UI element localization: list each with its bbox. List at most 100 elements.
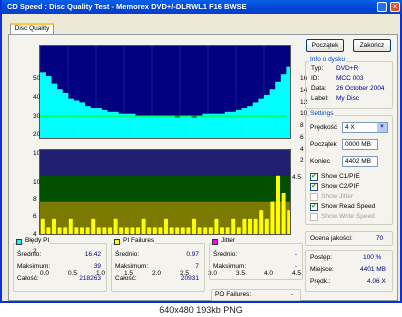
stats-0-value-2: 218263 — [79, 275, 101, 282]
po-failures-value: - — [291, 291, 294, 298]
stats-2-label-1: Maksimum: — [213, 263, 247, 270]
minimize-icon[interactable] — [377, 2, 387, 12]
speed-label: Prędkość — [310, 124, 338, 131]
pi-failure-bar — [180, 227, 185, 234]
quality-label: Ocena jakości: — [310, 235, 353, 242]
pi-failure-bar — [192, 218, 196, 234]
pi-failure-bar — [74, 227, 79, 234]
pi-error-bar — [280, 74, 287, 138]
close-icon[interactable]: × — [390, 2, 400, 12]
stats-2-value-0: - — [294, 251, 297, 258]
pi-failure-bar — [225, 227, 230, 234]
pi-error-bar — [56, 89, 63, 138]
chevron-down-icon[interactable]: ▼ — [377, 123, 387, 132]
stats-0-label-2: Całość: — [17, 275, 39, 282]
pi-failure-bar — [270, 201, 275, 234]
pi-error-bar — [213, 113, 220, 138]
background-band — [40, 175, 290, 202]
pi-failure-bar — [203, 227, 208, 234]
checkbox-0[interactable]: ✔ — [310, 173, 318, 181]
pi-error-bar — [101, 109, 108, 138]
stats-title-2: Jitter — [220, 237, 237, 244]
pi-error-bar — [236, 109, 242, 138]
checkbox-1[interactable]: ✔ — [310, 183, 318, 191]
stats-swatch-1 — [114, 239, 120, 245]
tick-label: 2 — [300, 157, 304, 165]
pi-error-bar — [219, 113, 226, 138]
pi-failure-bar — [158, 227, 163, 234]
pi-failure-bar — [231, 218, 236, 234]
stats-swatch-2 — [212, 239, 218, 245]
checkbox-3[interactable]: ✔ — [310, 203, 318, 211]
pi-error-bar — [174, 117, 181, 138]
pi-failure-bar — [108, 227, 112, 234]
pi-failure-bar — [136, 227, 140, 234]
pi-error-bar — [135, 115, 142, 138]
tab-disc-quality[interactable]: Disc Quality — [10, 23, 54, 34]
tab-panel: 5040302010 161412108642 0.00.51.01.52.02… — [8, 34, 398, 301]
pi-failure-bar — [119, 227, 124, 234]
pi-failure-bar — [259, 210, 264, 234]
pi-failure-bar — [80, 227, 84, 234]
end-mb-label: Koniec — [310, 158, 330, 165]
pi-failure-bar — [214, 218, 219, 234]
pi-failure-bar — [63, 227, 68, 234]
stats-0-value-1: 39 — [93, 263, 101, 270]
pi-failure-bar — [147, 227, 152, 234]
pi-error-bar — [96, 108, 102, 138]
pi-error-bar — [45, 76, 52, 138]
pi-errors-plot — [40, 46, 290, 138]
pi-error-bar — [163, 115, 170, 138]
pi-error-bar — [264, 94, 270, 138]
tick-label: 10 — [33, 179, 41, 186]
stats-0-label-0: Średnio: — [17, 251, 42, 258]
start-button[interactable]: Początek — [306, 39, 344, 52]
pi-error-bar — [241, 108, 248, 138]
speed-select[interactable]: 4 X ▼ — [342, 122, 388, 133]
pi-failure-bar — [52, 218, 56, 234]
pi-failure-bar — [253, 218, 258, 234]
pi-failure-bar — [91, 218, 96, 234]
pi-error-bar — [286, 66, 290, 138]
pi-failure-bar — [152, 227, 157, 234]
pi-failure-bar — [57, 227, 62, 234]
stats-swatch-0 — [16, 239, 22, 245]
disc-type-label: Typ: — [311, 65, 324, 72]
end-mb-input[interactable]: 4402 MB — [342, 156, 378, 167]
pi-failure-bar — [85, 227, 90, 234]
pi-error-bar — [51, 83, 58, 138]
pi-error-bar — [180, 115, 186, 138]
pi-failure-bar — [175, 227, 180, 234]
pi-error-bar — [247, 106, 254, 138]
disc-info-title: Info o dysku — [309, 56, 347, 63]
pi-errors-chart — [39, 45, 291, 139]
stats-1-label-0: Średnio: — [115, 251, 140, 258]
pi-error-bar — [191, 117, 198, 138]
pi-failure-bar — [287, 210, 290, 234]
stats-0-label-1: Maksimum: — [17, 263, 51, 270]
pi-error-bar — [196, 115, 203, 138]
window-title: CD Speed : Disc Quality Test - Memorex D… — [7, 2, 247, 11]
stats-1-label-1: Maksimum: — [115, 263, 149, 270]
checkbox-label-3: Show Read Speed — [321, 203, 376, 210]
quality-value: 70 — [376, 235, 384, 242]
stats-title-0: Błędy PI — [24, 237, 51, 244]
disc-date-label: Data: — [311, 85, 327, 92]
pi-failure-bar — [186, 227, 191, 234]
exit-button[interactable]: Zakończ — [353, 39, 391, 52]
pi-failure-bar — [197, 227, 202, 234]
pi-error-bar — [202, 113, 209, 138]
tick-label: 50 — [33, 75, 41, 82]
title-bar[interactable]: CD Speed : Disc Quality Test - Memorex D… — [2, 0, 402, 14]
pi-failure-bar — [46, 227, 51, 234]
pi-failure-bar — [141, 218, 146, 234]
checkbox-label-4: Show Write Speed — [321, 213, 375, 220]
start-mb-input[interactable]: 0000 MB — [342, 139, 378, 150]
pi-error-bar — [73, 100, 80, 138]
pi-failures-plot — [40, 150, 290, 234]
disc-label-label: Label: — [311, 95, 329, 102]
pi-error-bar — [124, 113, 130, 138]
speed-readout-label: Prędk.: — [310, 278, 331, 285]
background-band — [40, 150, 290, 176]
pi-error-bar — [129, 113, 136, 138]
